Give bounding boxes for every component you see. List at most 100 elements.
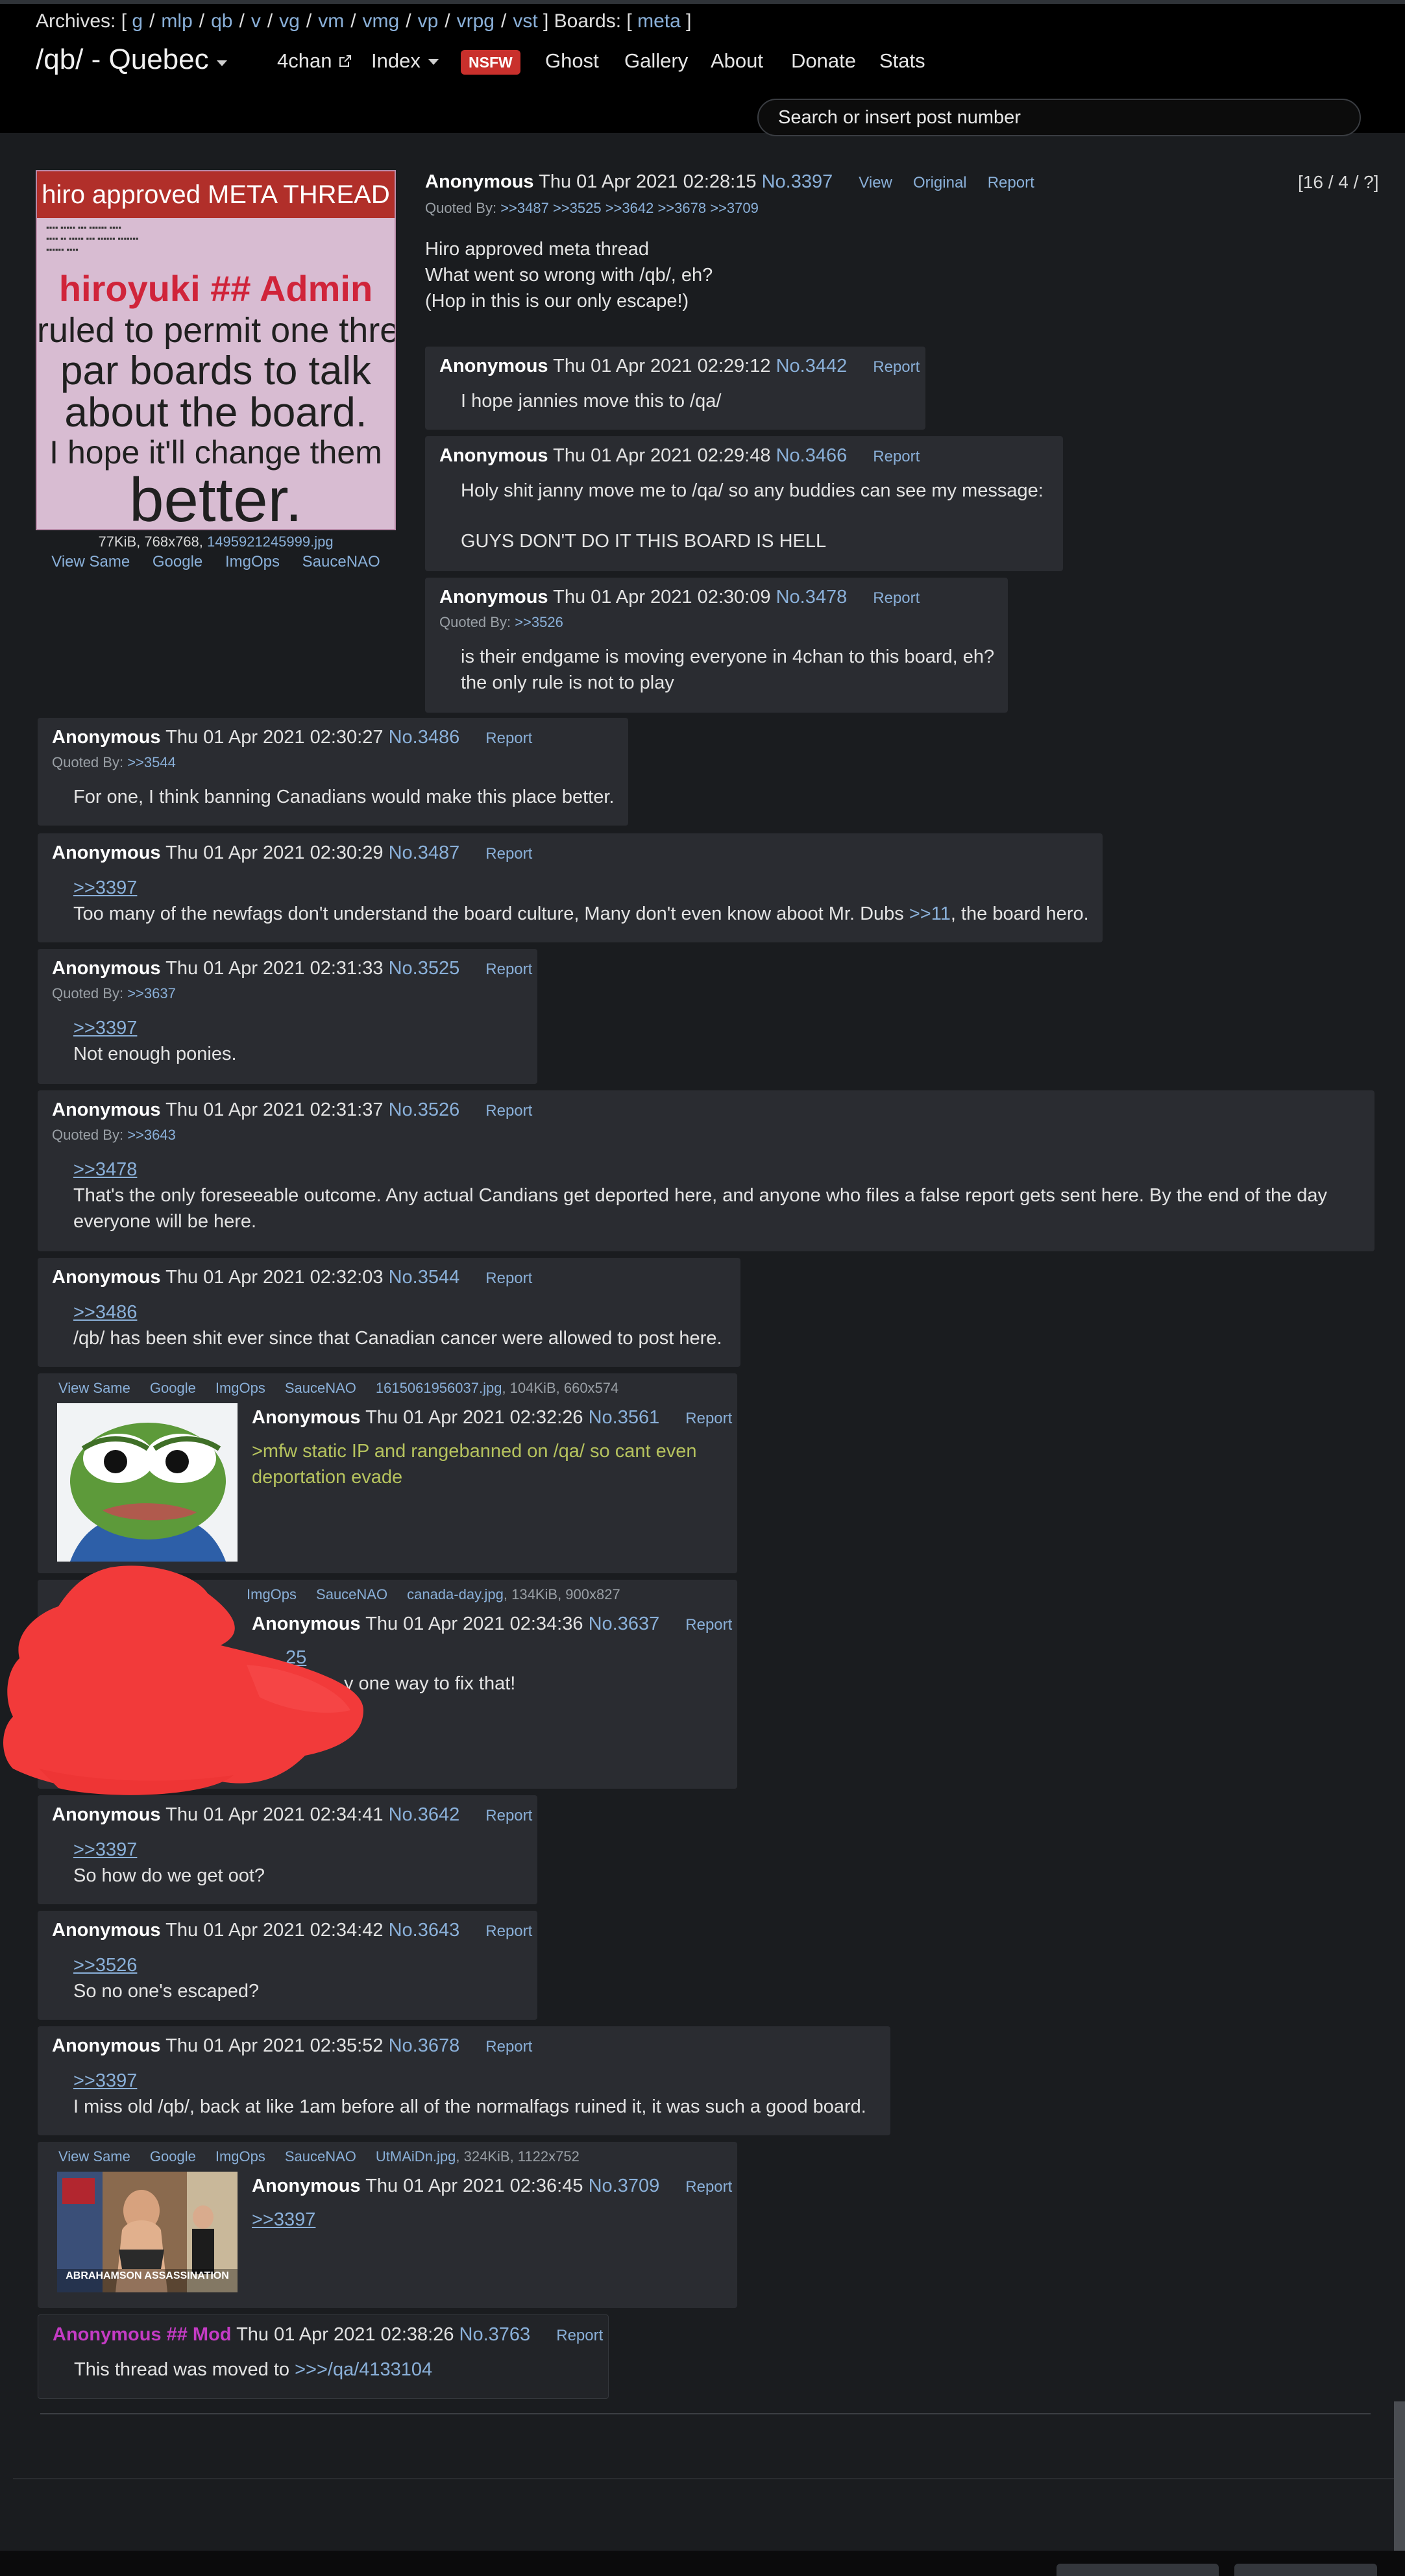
original-link[interactable]: Original xyxy=(913,174,967,191)
report-link[interactable]: Report xyxy=(485,2038,532,2055)
archive-link-v[interactable]: v xyxy=(251,10,261,32)
fourchan-label: 4chan xyxy=(277,49,332,72)
archive-link-qb[interactable]: qb xyxy=(211,10,232,32)
scrollbar-thumb[interactable] xyxy=(1394,2401,1405,2551)
report-link[interactable]: Report xyxy=(685,1616,732,1634)
greentext-line: deportation evade xyxy=(252,1467,403,1488)
op-google-link[interactable]: Google xyxy=(153,553,202,570)
post-number[interactable]: No.3487 xyxy=(389,842,460,863)
archive-link-mlp[interactable]: mlp xyxy=(161,10,192,32)
report-link[interactable]: Report xyxy=(485,1922,532,1940)
post-number[interactable]: No.3397 xyxy=(762,171,833,192)
post-header: Anonymous Thu 01 Apr 2021 02:32:26 No.35… xyxy=(252,1407,732,1429)
quoted-by-links[interactable]: >>3643 xyxy=(127,1127,176,1143)
archive-link-vm[interactable]: vm xyxy=(318,10,344,32)
report-link[interactable]: Report xyxy=(685,2178,732,2196)
image-filename[interactable]: UtMAiDn.jpg xyxy=(376,2148,456,2165)
post-number[interactable]: No.3643 xyxy=(389,1920,460,1941)
report-link[interactable]: Report xyxy=(485,845,532,863)
archive-link-vg[interactable]: vg xyxy=(279,10,300,32)
imgops-link[interactable]: ImgOps xyxy=(215,1380,265,1396)
post-number[interactable]: No.3442 xyxy=(776,356,848,376)
post-number[interactable]: No.3637 xyxy=(589,1613,660,1634)
archive-link-vp[interactable]: vp xyxy=(418,10,439,32)
report-link[interactable]: Report xyxy=(485,1102,532,1120)
photo-thumbnail[interactable]: ABRAHAMSON ASSASSINATION xyxy=(57,2172,238,2292)
quote-link[interactable]: >>3397 xyxy=(73,2070,137,2091)
post-number[interactable]: No.3526 xyxy=(389,1099,460,1120)
post-number[interactable]: No.3709 xyxy=(589,2176,660,2196)
index-dropdown[interactable]: Index xyxy=(371,44,439,78)
report-link[interactable]: Report xyxy=(485,1807,532,1824)
archive-link-vst[interactable]: vst xyxy=(513,10,537,32)
nav-donate[interactable]: Donate xyxy=(791,44,856,78)
pepe-thumbnail[interactable] xyxy=(57,1403,238,1562)
report-link[interactable]: Report xyxy=(485,1270,532,1287)
saucenao-link[interactable]: SauceNAO xyxy=(285,2148,356,2165)
board-link-meta[interactable]: meta xyxy=(637,10,681,32)
post-number[interactable]: No.3478 xyxy=(776,587,848,607)
poster-name: Anonymous xyxy=(52,1920,161,1941)
quote-link[interactable]: >>3397 xyxy=(252,2209,315,2230)
quoted-by-links[interactable]: >>3637 xyxy=(127,985,176,1001)
op-view-same-link[interactable]: View Same xyxy=(51,553,130,570)
quote-link[interactable]: >>3486 xyxy=(73,1302,137,1323)
cross-board-link[interactable]: >>>/qa/4133104 xyxy=(295,2359,432,2380)
nav-about[interactable]: About xyxy=(711,44,763,78)
quote-link[interactable]: >>3397 xyxy=(73,877,137,898)
post-number[interactable]: No.3544 xyxy=(389,1267,460,1288)
board-selector[interactable]: /qb/ - Quebec xyxy=(36,43,227,79)
bottom-button[interactable] xyxy=(1057,2564,1219,2576)
report-link[interactable]: Report xyxy=(685,1410,732,1427)
report-link[interactable]: Report xyxy=(873,589,920,607)
post-number[interactable]: No.3561 xyxy=(589,1407,660,1428)
quote-link[interactable]: >>11 xyxy=(909,903,951,924)
view-same-link[interactable]: View Same xyxy=(58,2148,130,2165)
image-filename[interactable]: canada-day.jpg xyxy=(407,1586,504,1602)
post-number[interactable]: No.3466 xyxy=(776,445,848,466)
report-link[interactable]: Report xyxy=(873,448,920,465)
report-link[interactable]: Report xyxy=(485,961,532,978)
google-link[interactable]: Google xyxy=(150,1380,196,1396)
archive-link-vmg[interactable]: vmg xyxy=(363,10,400,32)
view-link[interactable]: View xyxy=(859,174,892,191)
archives-bar: Archives: [ g / mlp / qb / v / vg / vm / vmg / vp / vrpg… xyxy=(36,10,692,32)
op-image-filename[interactable]: 1495921245999.jpg xyxy=(207,534,334,550)
archive-link-g[interactable]: g xyxy=(132,10,143,32)
nav-stats[interactable]: Stats xyxy=(879,44,925,78)
report-link[interactable]: Report xyxy=(556,2327,603,2344)
post-number[interactable]: No.3642 xyxy=(389,1804,460,1825)
post-number[interactable]: No.3486 xyxy=(389,727,460,748)
nav-ghost[interactable]: Ghost xyxy=(545,44,599,78)
post-number[interactable]: No.3763 xyxy=(459,2324,531,2345)
report-link[interactable]: Report xyxy=(485,730,532,747)
google-link[interactable]: Google xyxy=(150,2148,196,2165)
view-same-link[interactable]: View Same xyxy=(58,1380,130,1396)
op-saucenao-link[interactable]: SauceNAO xyxy=(302,553,380,570)
saucenao-link[interactable]: SauceNAO xyxy=(285,1380,356,1396)
quote-link[interactable]: >>3478 xyxy=(73,1159,137,1180)
nav-gallery[interactable]: Gallery xyxy=(624,44,688,78)
quoted-by-links[interactable]: >>3526 xyxy=(515,614,563,630)
quoted-by: Quoted By: >>3637 xyxy=(52,985,176,1002)
quote-link[interactable]: >>3397 xyxy=(73,1839,137,1860)
quote-link[interactable]: >>3526 xyxy=(73,1955,137,1976)
report-link[interactable]: Report xyxy=(988,174,1034,191)
post-date: Thu 01 Apr 2021 02:28:15 xyxy=(539,171,757,192)
report-link[interactable]: Report xyxy=(873,358,920,376)
op-image-thumbnail[interactable]: hiro approved META THREAD ▪▪▪▪ ▪▪▪▪▪ ▪▪▪… xyxy=(36,170,396,530)
quoted-by-links[interactable]: >>3544 xyxy=(127,754,176,770)
quote-link[interactable]: >>3397 xyxy=(73,1018,137,1038)
post-number[interactable]: No.3525 xyxy=(389,958,460,979)
op-imgops-link[interactable]: ImgOps xyxy=(225,553,280,570)
quoted-by-links[interactable]: >>3487 >>3525 >>3642 >>3678 >>3709 xyxy=(500,200,759,216)
archive-link-vrpg[interactable]: vrpg xyxy=(457,10,495,32)
post-number[interactable]: No.3678 xyxy=(389,2035,460,2056)
op-body-line: Hiro approved meta thread xyxy=(425,239,649,260)
post-header: Anonymous ## Mod Thu 01 Apr 2021 02:38:2… xyxy=(53,2324,603,2346)
imgops-link[interactable]: ImgOps xyxy=(215,2148,265,2165)
search-input[interactable]: Search or insert post number xyxy=(757,99,1361,136)
fourchan-link[interactable]: 4chan xyxy=(277,44,353,78)
bottom-button[interactable] xyxy=(1234,2564,1377,2576)
image-filename[interactable]: 1615061956037.jpg xyxy=(376,1380,502,1396)
